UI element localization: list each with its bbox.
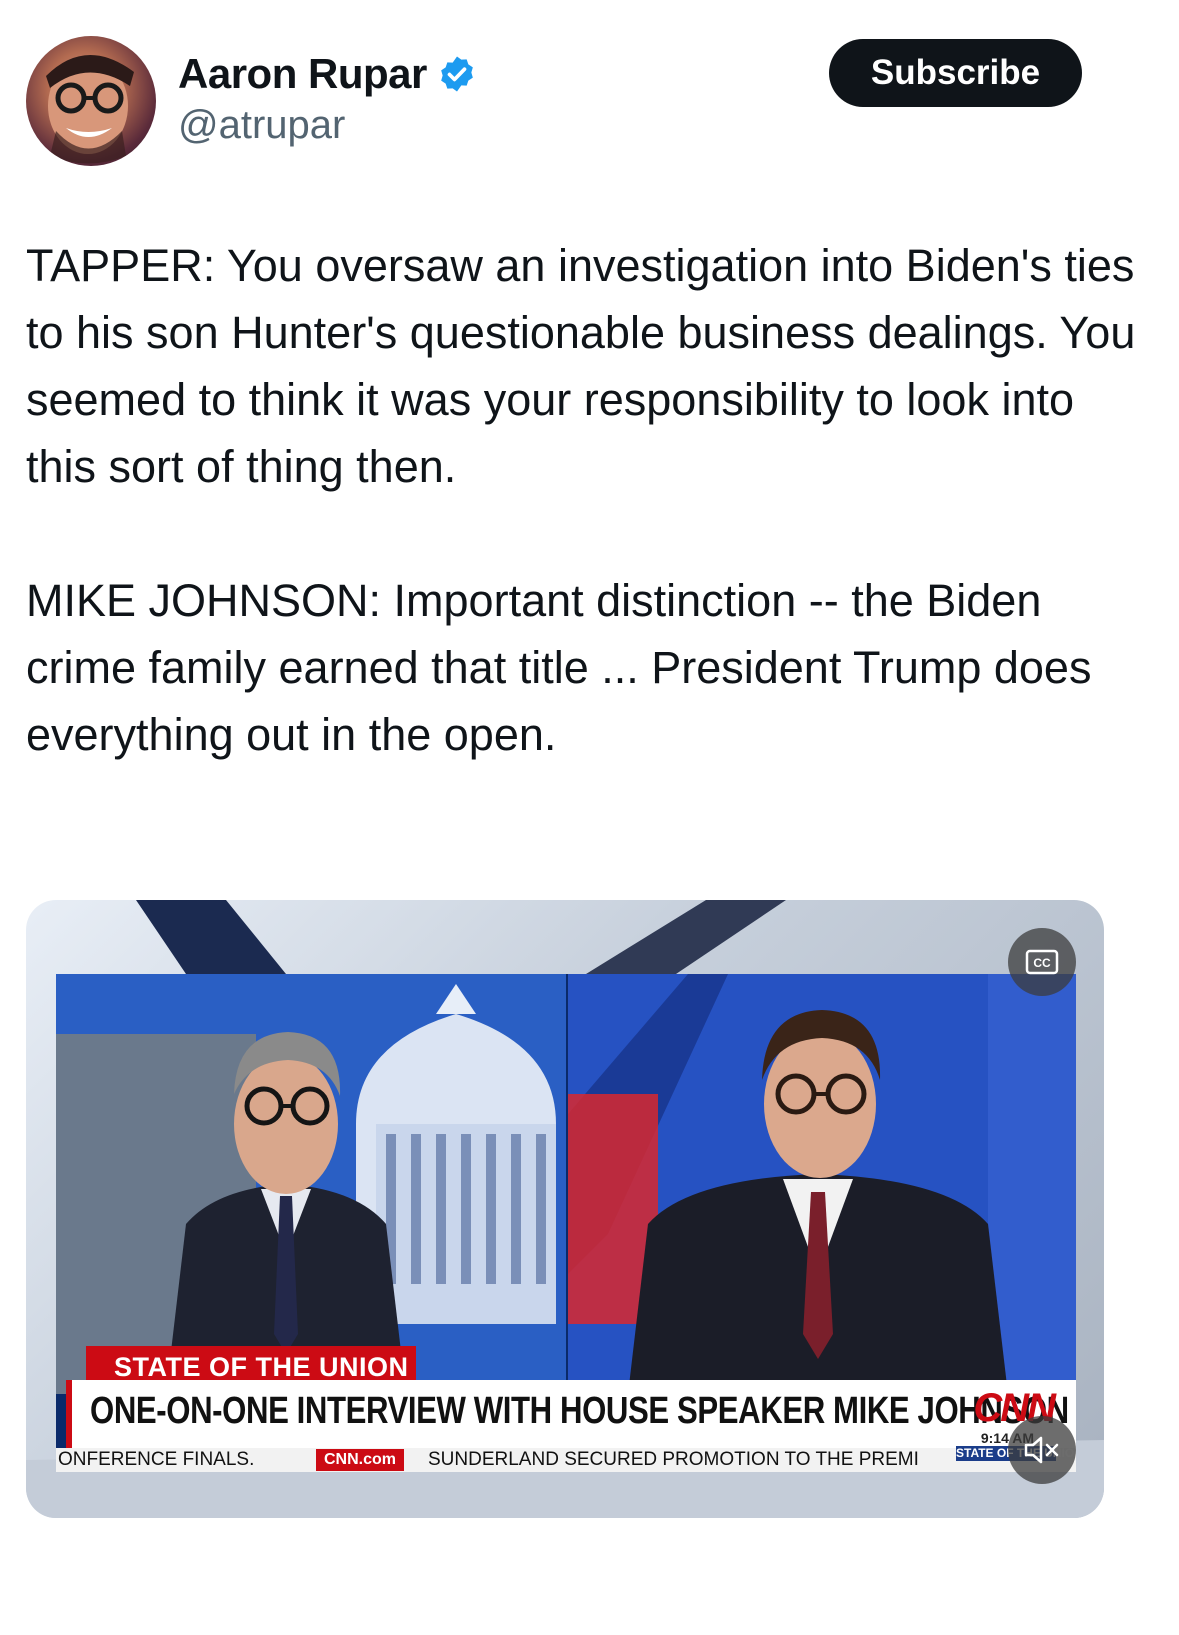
news-ticker: ONFERENCE FINALS. CNN.com SUNDERLAND SEC… <box>56 1446 1076 1472</box>
ticker-site-badge: CNN.com <box>316 1449 405 1471</box>
guest-panel <box>568 974 1076 1394</box>
host-panel <box>56 974 566 1394</box>
tweet-header: Aaron Rupar @atrupar Subscribe <box>0 0 1179 200</box>
closed-captions-icon: CC <box>1025 949 1059 975</box>
tweet-paragraph-1: TAPPER: You oversaw an investigation int… <box>26 240 1136 492</box>
author-name[interactable]: Aaron Rupar <box>178 50 427 98</box>
closed-captions-button[interactable]: CC <box>1008 928 1076 996</box>
guest-scene <box>568 974 1076 1394</box>
lower-third-banner: ONE-ON-ONE INTERVIEW WITH HOUSE SPEAKER … <box>66 1380 1076 1448</box>
tweet-paragraph-2: MIKE JOHNSON: Important distinction -- t… <box>26 575 1092 760</box>
verified-badge-icon <box>441 56 473 92</box>
broadcast-headline: ONE-ON-ONE INTERVIEW WITH HOUSE SPEAKER … <box>90 1390 1069 1432</box>
ticker-text-right: SUNDERLAND SECURED PROMOTION TO THE PREM… <box>428 1449 919 1470</box>
author-name-row: Aaron Rupar <box>178 50 477 98</box>
cc-text: CC <box>1033 956 1051 970</box>
mute-button[interactable] <box>1008 1416 1076 1484</box>
subscribe-button[interactable]: Subscribe <box>829 39 1082 107</box>
host-scene <box>56 974 566 1394</box>
broadcast-frame: STATE OF THE UNION ONE-ON-ONE INTERVIEW … <box>56 974 1076 1472</box>
author-handle[interactable]: @atrupar <box>178 103 345 148</box>
muted-speaker-icon <box>1024 1436 1059 1464</box>
author-avatar[interactable] <box>26 36 156 166</box>
avatar-portrait <box>46 54 134 164</box>
video-player[interactable]: STATE OF THE UNION ONE-ON-ONE INTERVIEW … <box>26 900 1104 1518</box>
ticker-text-left: ONFERENCE FINALS. <box>58 1449 255 1470</box>
tweet-text: TAPPER: You oversaw an investigation int… <box>26 232 1136 768</box>
